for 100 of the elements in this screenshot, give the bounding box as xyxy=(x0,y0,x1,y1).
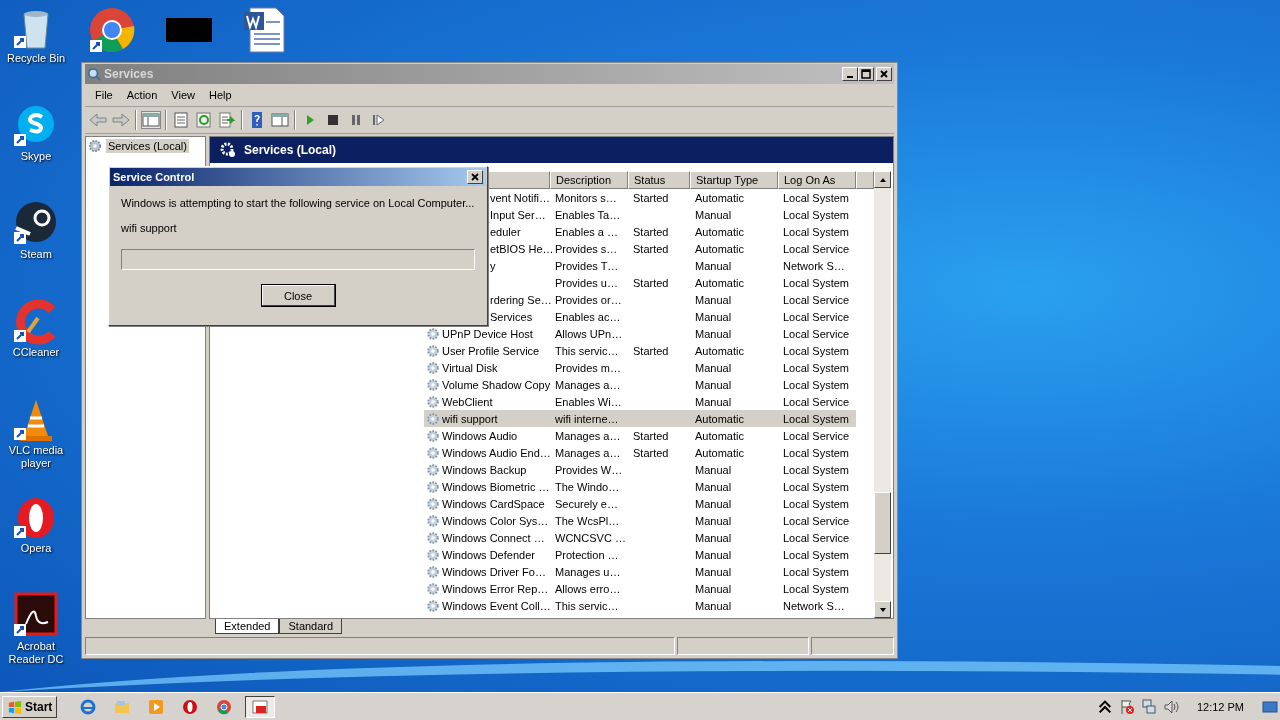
maximize-button[interactable] xyxy=(858,67,874,81)
column-header[interactable]: Description xyxy=(550,171,628,189)
table-cell: Local Service xyxy=(783,531,850,544)
table-cell: Allows erro… xyxy=(555,582,621,595)
selected-row[interactable]: wifi support wifi interne… Automatic Local System xyxy=(424,410,856,427)
table-cell: Local System xyxy=(783,225,850,238)
table-cell: Manages u… xyxy=(555,565,621,578)
table-cell: Local System xyxy=(783,480,850,493)
close-button[interactable] xyxy=(467,170,483,184)
table-cell: Local Service xyxy=(783,327,850,340)
column-header[interactable]: Status xyxy=(628,171,690,189)
minimize-button[interactable] xyxy=(842,67,858,81)
network-icon[interactable] xyxy=(1140,698,1157,715)
table-cell: The Windo… xyxy=(555,480,620,493)
table-row[interactable]: Windows Color Sys… The WcsPl… Manual Local Service xyxy=(424,512,856,529)
table-cell: Enables Wi… xyxy=(555,395,622,408)
taskbar-app-button[interactable] xyxy=(245,695,276,718)
table-row[interactable]: Windows Event Coll… This servic… Manual Network S… xyxy=(424,597,856,614)
shortcut-label[interactable]: Acrobat Reader DC xyxy=(0,640,72,666)
shortcut-label[interactable]: Skype xyxy=(0,150,72,163)
gear-icon xyxy=(426,377,440,392)
table-row[interactable]: Windows Audio End… Manages a… Started Automatic Local System xyxy=(424,444,856,461)
column-header[interactable]: Startup Type xyxy=(690,171,778,189)
table-cell: wifi support xyxy=(442,412,498,425)
gear-icon xyxy=(426,428,440,443)
scroll-down-icon[interactable] xyxy=(878,605,887,614)
column-header[interactable]: Log On As xyxy=(778,171,856,189)
gear-icon xyxy=(426,530,440,545)
table-cell: Securely e… xyxy=(555,497,618,510)
table-row[interactable]: Windows Biometric … The Windo… Manual Local System xyxy=(424,478,856,495)
table-row[interactable]: Windows Defender Protection … Manual Local System xyxy=(424,546,856,563)
table-cell: vent Notifi… xyxy=(490,191,550,204)
vertical-scrollbar[interactable] xyxy=(874,171,891,618)
refresh-icon[interactable] xyxy=(195,112,213,128)
browser-icon xyxy=(80,698,97,715)
folder-icon xyxy=(114,698,131,715)
table-row[interactable]: Windows Error Rep… Allows erro… Manual Local System xyxy=(424,580,856,597)
table-cell: Local Service xyxy=(783,310,850,323)
gear-icon xyxy=(426,411,440,426)
start-button[interactable]: Start xyxy=(2,695,58,718)
menu-item[interactable]: View xyxy=(165,87,201,103)
table-cell: Manual xyxy=(695,310,732,323)
table-row[interactable]: WebClient Enables Wi… Manual Local Service xyxy=(424,393,856,410)
tree-item[interactable]: Services (Local) xyxy=(106,139,189,153)
flag-warning-icon[interactable] xyxy=(1118,698,1135,715)
table-cell: Automatic xyxy=(695,276,744,289)
close-dialog-button[interactable]: Close xyxy=(260,284,336,307)
gear-icon xyxy=(88,139,102,153)
menu-item[interactable]: Help xyxy=(202,87,238,103)
table-row[interactable]: Windows CardSpace Securely e… Manual Local System xyxy=(424,495,856,512)
properties-icon[interactable] xyxy=(172,112,190,128)
console-tree-icon[interactable] xyxy=(142,112,160,128)
table-cell: Provides s… xyxy=(555,242,618,255)
table-cell: Local Service xyxy=(783,242,850,255)
table-cell: Provides u… xyxy=(555,276,618,289)
show-desktop-icon[interactable] xyxy=(1262,698,1278,715)
view-tab[interactable]: Standard xyxy=(279,619,343,634)
browser-icon xyxy=(216,698,233,715)
shortcut-label[interactable]: Recycle Bin xyxy=(0,52,72,65)
media-player-icon xyxy=(148,698,165,715)
shortcut-label[interactable]: Steam xyxy=(0,248,72,261)
table-cell: Manages a… xyxy=(555,446,621,459)
shortcut-label[interactable]: VLC media player xyxy=(0,444,72,470)
view-tab[interactable]: Extended xyxy=(215,619,280,634)
scroll-thumb[interactable] xyxy=(874,492,891,554)
table-row[interactable]: Windows Driver Fo… Manages u… Manual Local System xyxy=(424,563,856,580)
column-header[interactable] xyxy=(856,171,874,189)
table-row[interactable]: UPnP Device Host Allows UPn… Manual Local Service xyxy=(424,325,856,342)
magnifier-icon xyxy=(87,67,101,81)
table-cell: Automatic xyxy=(695,191,744,204)
table-cell: Manual xyxy=(695,327,732,340)
table-cell: Local Service xyxy=(783,429,850,442)
clock[interactable]: 12:12 PM xyxy=(1184,700,1256,713)
table-cell: The WcsPl… xyxy=(555,514,620,527)
table-row[interactable]: Windows Backup Provides W… Manual Local System xyxy=(424,461,856,478)
table-row[interactable]: Volume Shadow Copy Manages a… Manual Local System xyxy=(424,376,856,393)
table-cell: Local Service xyxy=(783,514,850,527)
close-button[interactable] xyxy=(876,67,892,81)
gear-icon xyxy=(426,360,440,375)
gear-icon xyxy=(426,445,440,460)
export-list-icon[interactable] xyxy=(218,112,236,128)
table-cell: Started xyxy=(633,276,669,289)
speaker-icon[interactable] xyxy=(1162,698,1179,715)
shortcut-label[interactable]: CCleaner xyxy=(0,346,72,359)
chevron-up-icon[interactable] xyxy=(1096,698,1113,715)
table-row[interactable]: User Profile Service This servic… Started Automatic Local System xyxy=(424,342,856,359)
action-pane-icon[interactable] xyxy=(271,112,289,128)
shortcut-label[interactable]: Opera xyxy=(0,542,72,555)
table-cell: Local System xyxy=(783,276,850,289)
table-row[interactable]: Virtual Disk Provides m… Manual Local System xyxy=(424,359,856,376)
gear-icon xyxy=(220,142,236,158)
table-cell: eduler xyxy=(490,225,521,238)
menu-item[interactable]: File xyxy=(89,87,119,103)
browser-shortcut-icon[interactable] xyxy=(88,6,136,54)
table-cell: Manual xyxy=(695,395,732,408)
table-cell: Enables Ta… xyxy=(555,208,621,221)
table-row[interactable]: Windows Connect … WCNCSVC … Manual Local Service xyxy=(424,529,856,546)
menu-item[interactable]: Action xyxy=(120,87,164,103)
table-row[interactable]: Windows Audio Manages a… Started Automatic Local Service xyxy=(424,427,856,444)
table-cell: Provides W… xyxy=(555,463,623,476)
